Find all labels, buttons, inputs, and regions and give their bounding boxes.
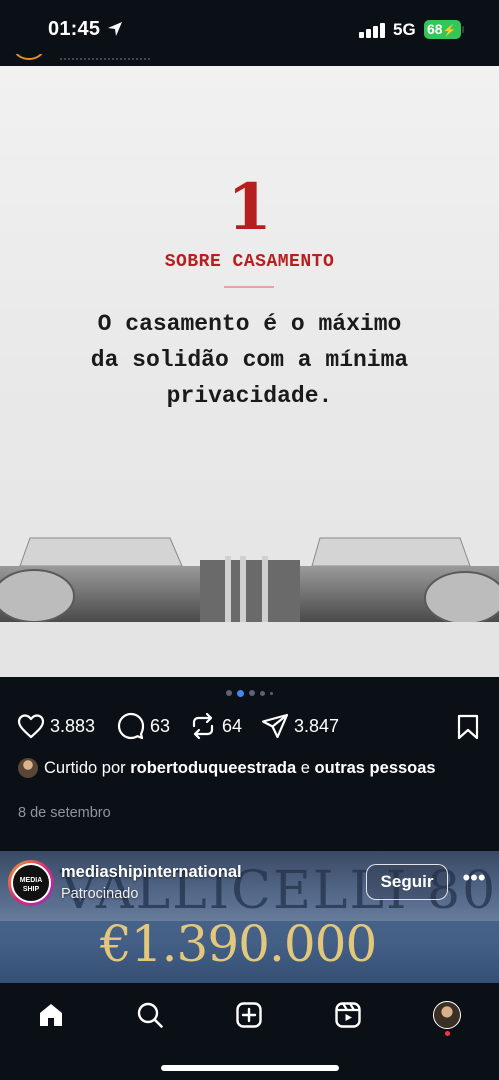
share-count: 3.847 xyxy=(294,715,340,736)
nav-search[interactable] xyxy=(130,995,170,1035)
quote-line: O casamento é o máximo xyxy=(97,311,402,337)
quote-divider xyxy=(224,286,274,288)
carousel-dot-active xyxy=(237,689,244,697)
follow-button[interactable]: Seguir xyxy=(366,864,448,900)
network-type: 5G xyxy=(393,20,416,39)
like-action[interactable]: 3.883 xyxy=(17,712,95,740)
reels-icon[interactable] xyxy=(334,1001,362,1029)
liked-by-user[interactable]: robertoduqueestrada xyxy=(130,759,296,777)
battery-indicator: 68⚡ xyxy=(424,20,461,39)
home-indicator[interactable] xyxy=(161,1065,339,1071)
signal-icon xyxy=(359,22,387,38)
sponsored-label: Patrocinado xyxy=(61,886,139,902)
post-actions: 3.883 63 64 3.847 xyxy=(0,708,499,744)
like-count: 3.883 xyxy=(50,715,96,736)
nav-create[interactable] xyxy=(229,995,269,1035)
liked-by-others[interactable]: outras pessoas xyxy=(315,759,436,777)
liked-by[interactable]: Curtido por robertoduqueestrada e outras… xyxy=(18,757,488,779)
create-icon[interactable] xyxy=(235,1001,263,1029)
bookmark-icon[interactable] xyxy=(457,714,479,740)
post-date: 8 de setembro xyxy=(18,805,111,821)
carousel-dot xyxy=(249,690,255,696)
more-icon[interactable]: ••• xyxy=(460,867,488,891)
liked-by-text: Curtido por robertoduqueestrada e outras… xyxy=(18,757,488,779)
repost-icon[interactable] xyxy=(189,712,217,740)
liker-avatar xyxy=(18,758,38,778)
battery-level: 68 xyxy=(427,21,443,37)
profile-avatar[interactable] xyxy=(433,1001,461,1029)
typewriter-illustration xyxy=(0,537,499,677)
send-icon[interactable] xyxy=(261,712,289,740)
post-image[interactable]: 1 SOBRE CASAMENTO O casamento é o máximo… xyxy=(0,66,499,677)
sponsor-avatar-logo: MEDIA SHIP xyxy=(11,863,51,903)
home-icon[interactable] xyxy=(37,1001,65,1029)
quote-heading: SOBRE CASAMENTO xyxy=(164,252,335,272)
repost-action[interactable]: 64 xyxy=(189,712,242,740)
carousel-indicator xyxy=(0,689,499,697)
status-bar: 01:45 5G 68⚡ xyxy=(0,0,499,54)
status-time: 01:45 xyxy=(48,18,101,40)
quote-text: O casamento é o máximo da solidão com a … xyxy=(40,306,459,414)
comment-count: 63 xyxy=(150,715,171,736)
sponsor-avatar[interactable]: MEDIA SHIP xyxy=(8,860,54,906)
carousel-dot xyxy=(226,690,232,696)
carousel-dot xyxy=(260,690,265,696)
quote-line: privacidade. xyxy=(166,383,333,409)
heart-icon[interactable] xyxy=(17,713,45,739)
battery-nub xyxy=(462,26,464,33)
nav-profile[interactable] xyxy=(427,995,467,1035)
repost-count: 64 xyxy=(222,715,243,736)
liked-by-prefix: Curtido por xyxy=(44,759,126,777)
previous-post-edge xyxy=(0,54,499,66)
notification-dot xyxy=(445,1031,450,1036)
liked-by-conjunction: e xyxy=(300,759,310,777)
nav-home[interactable] xyxy=(31,995,71,1035)
comment-icon[interactable] xyxy=(117,712,145,740)
quote-line: da solidão com a mínima xyxy=(90,347,409,373)
sponsor-username[interactable]: mediashipinternational xyxy=(61,863,242,882)
nav-reels[interactable] xyxy=(328,995,368,1035)
sponsored-post[interactable]: VALLICELLI 80 €1.390.000 MEDIA SHIP medi… xyxy=(0,851,499,983)
share-action[interactable]: 3.847 xyxy=(261,712,339,740)
comment-action[interactable]: 63 xyxy=(117,712,170,740)
location-arrow-icon xyxy=(108,22,122,36)
carousel-dot xyxy=(270,691,273,695)
quote-number: 1 xyxy=(227,170,272,245)
search-icon[interactable] xyxy=(136,1001,164,1029)
ad-price: €1.390.000 xyxy=(100,915,377,973)
